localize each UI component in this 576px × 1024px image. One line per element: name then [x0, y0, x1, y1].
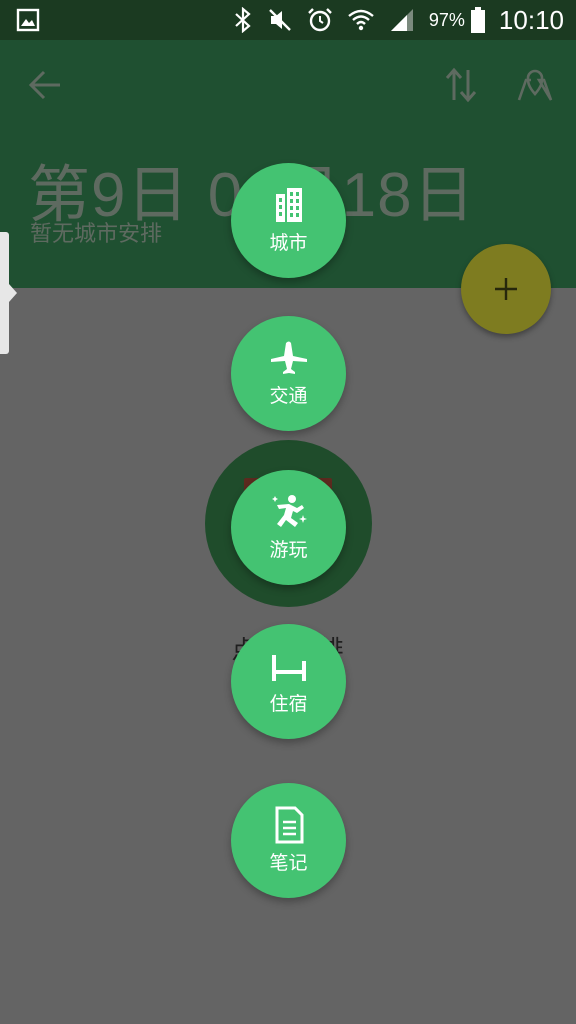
map-pin-icon[interactable] [516, 66, 554, 104]
airplane-icon [270, 341, 307, 374]
mute-icon [269, 9, 291, 31]
dial-lodging-label: 住宿 [269, 693, 308, 715]
dial-play-button[interactable]: 游玩 [231, 470, 346, 585]
battery-percent: 97% [428, 9, 465, 30]
wifi-icon [348, 9, 374, 31]
clock: 10:10 [498, 4, 564, 35]
signal-icon [390, 9, 413, 31]
city-icon [275, 188, 302, 222]
dial-notes-label: 笔记 [269, 852, 308, 874]
dial-play-label: 游玩 [269, 539, 308, 561]
add-button[interactable] [461, 244, 551, 334]
dial-lodging-button[interactable]: 住宿 [231, 624, 346, 739]
play-icon [271, 495, 307, 527]
dial-city-label: 城市 [269, 232, 308, 254]
sort-icon[interactable] [444, 66, 478, 104]
drawer-handle[interactable] [0, 232, 17, 354]
dial-transport-label: 交通 [269, 385, 308, 407]
dial-transport-button[interactable]: 交通 [231, 316, 346, 431]
battery-icon [470, 7, 485, 33]
dial-city-button[interactable]: 城市 [231, 163, 346, 278]
plus-icon [495, 278, 517, 300]
alarm-icon [308, 8, 332, 32]
note-icon [275, 806, 303, 844]
gallery-icon [16, 8, 40, 32]
bed-icon [271, 655, 306, 681]
back-arrow-icon[interactable] [26, 66, 64, 104]
dial-notes-button[interactable]: 笔记 [231, 783, 346, 898]
status-bar: 97% 10:10 [0, 0, 576, 40]
day-subtitle: 暂无城市安排 [30, 222, 163, 247]
bluetooth-icon [235, 7, 251, 33]
